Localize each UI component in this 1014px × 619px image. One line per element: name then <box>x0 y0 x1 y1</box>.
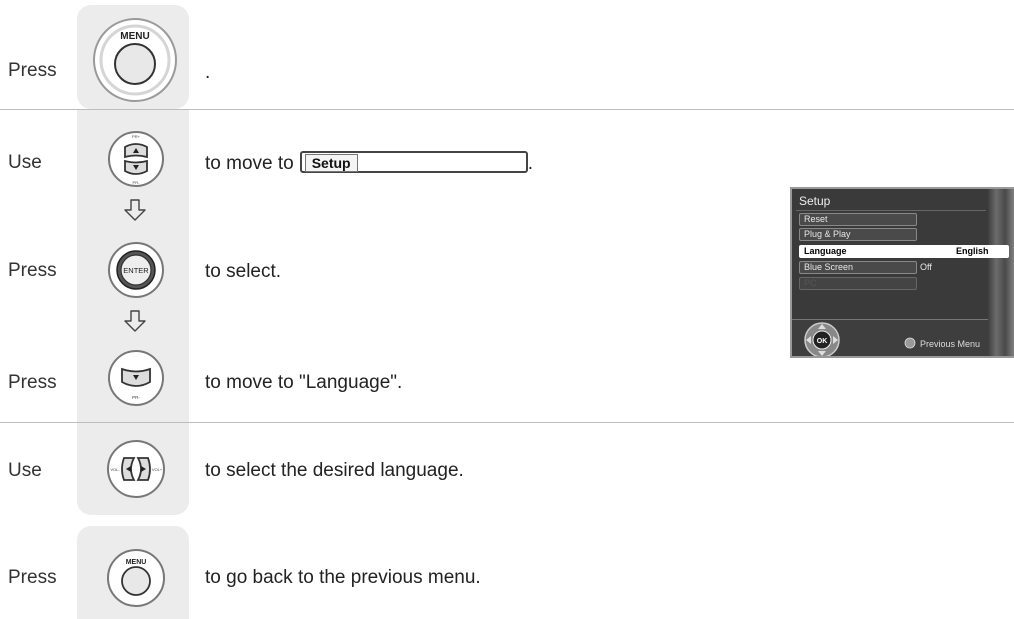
instruction-text: to move to "Language". <box>205 372 403 393</box>
setup-osd-screenshot: Setup Reset Plug & Play Language English… <box>790 187 1014 358</box>
pr-down-label: PR- <box>132 395 140 400</box>
osd-item-pc: PC <box>799 277 917 290</box>
volume-left-right-icon: VOL- VOL+ <box>106 439 166 504</box>
osd-item-blue-screen: Blue Screen <box>799 261 917 274</box>
instruction-text: to select. <box>205 261 282 282</box>
pr-down-label: PR- <box>133 180 141 185</box>
menu-button-icon: MENU <box>106 548 166 613</box>
enter-label: ENTER <box>123 266 149 275</box>
channel-down-icon: PR- <box>107 349 165 412</box>
instruction-text: to go back to the previous menu. <box>205 567 481 588</box>
menu-label: MENU <box>120 31 149 42</box>
enter-button-icon: ENTER <box>107 241 165 304</box>
channel-up-down-icon: PR+ PR- <box>107 130 165 193</box>
down-arrow-icon <box>124 199 146 221</box>
step-verb: Use <box>8 460 42 481</box>
instruction-text: to move to Setup. <box>205 151 533 175</box>
step-verb: Use <box>8 152 42 173</box>
instruction-text: to select the desired language. <box>205 460 464 481</box>
step-verb: Press <box>8 60 57 81</box>
vol-minus-label: VOL- <box>110 467 120 472</box>
pr-up-label: PR+ <box>132 134 141 139</box>
osd-item-reset: Reset <box>799 213 917 226</box>
menu-button-icon: MENU <box>92 17 178 108</box>
divider <box>0 109 1014 110</box>
ok-navigation-icon: OK <box>804 322 840 356</box>
step-verb: Press <box>8 567 57 588</box>
osd-title-divider <box>796 210 986 211</box>
divider <box>0 422 1014 423</box>
osd-value-blue-screen: Off <box>920 262 932 272</box>
instruction-text: . <box>205 62 211 83</box>
setup-menu-box: Setup <box>299 151 528 173</box>
osd-item-plug-play: Plug & Play <box>799 228 917 241</box>
step-verb: Press <box>8 260 57 281</box>
instruction-part: . <box>527 153 533 175</box>
osd-value-language: English <box>956 246 989 256</box>
ok-label: OK <box>817 338 828 345</box>
vol-plus-label: VOL+ <box>152 467 163 472</box>
instruction-part: to move to <box>205 153 294 175</box>
setup-label: Setup <box>304 154 358 172</box>
step-verb: Press <box>8 372 57 393</box>
osd-title: Setup <box>799 194 831 208</box>
down-arrow-icon <box>124 310 146 332</box>
osd-previous-menu: Previous Menu <box>920 339 981 349</box>
menu-label: MENU <box>126 559 147 566</box>
previous-menu-dot-icon <box>904 337 916 349</box>
